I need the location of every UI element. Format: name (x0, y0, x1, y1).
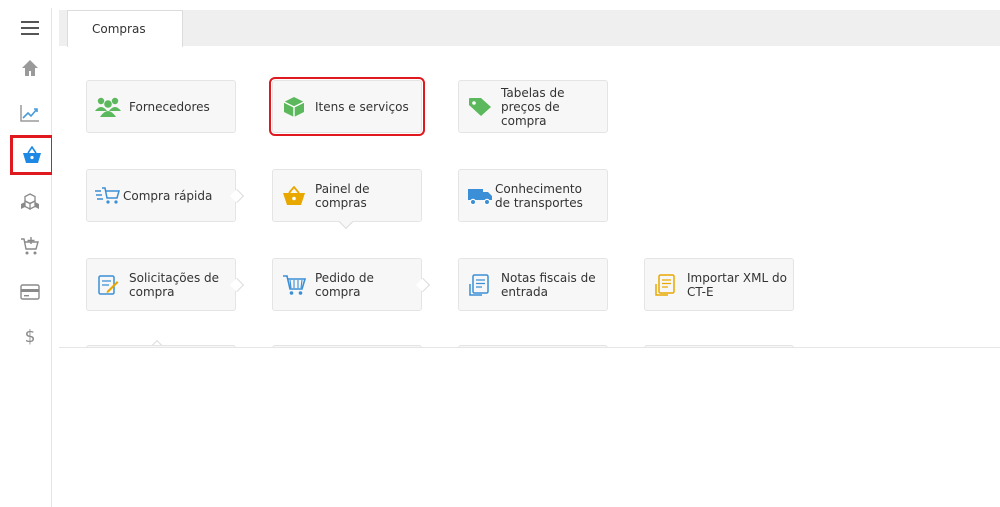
tab-label: Compras (92, 22, 146, 36)
tile-label: Fornecedores (129, 99, 210, 114)
invoice-icon (467, 272, 493, 298)
tile-label: Importar XML do CT-E (687, 270, 787, 299)
tab-bar: Compras (59, 10, 1000, 47)
rail-item-payments[interactable] (8, 274, 52, 310)
tile-label: Tabelas de preços de compra (501, 85, 565, 128)
tile-solicitacoes[interactable]: Solicitações de compra (86, 258, 236, 311)
rail-items: $ (8, 8, 52, 346)
tile-label: Compra rápida (123, 188, 213, 203)
tile-notas-fiscais[interactable]: Notas fiscais de entrada (458, 258, 608, 311)
svg-text:$: $ (25, 327, 36, 346)
chart-icon (20, 105, 39, 122)
rail-item-purchases[interactable] (10, 135, 52, 175)
order-cart-icon (281, 272, 307, 298)
home-icon (22, 60, 38, 76)
tile-conhecimento-transportes[interactable]: Conhecimento de transportes (458, 169, 608, 222)
boxes-icon (21, 193, 39, 211)
tile-tabelas-precos[interactable]: Tabelas de preços de compra (458, 80, 608, 133)
tile-painel-compras[interactable]: Painel de compras (272, 169, 422, 222)
rail-item-finance[interactable]: $ (8, 318, 52, 346)
purchases-workflow: Fornecedores Itens e serviços Tabelas de… (59, 46, 1000, 348)
menu-icon (21, 21, 39, 35)
purchases-app: $ Compras Fornecedores Itens e serviços … (0, 0, 1000, 507)
tile-pedido-compra[interactable]: Pedido de compra (272, 258, 422, 311)
tile-fornecedores[interactable]: Fornecedores (86, 80, 236, 133)
card-icon (20, 284, 40, 300)
tile-importar-xml[interactable]: Importar XML do CT-E (644, 258, 794, 311)
rail-item-chart[interactable] (8, 95, 52, 131)
import-xml-icon (653, 272, 679, 298)
content-divider (59, 347, 1000, 348)
rail-item-home[interactable] (8, 50, 52, 86)
basket-icon (23, 146, 41, 163)
left-rail: $ (8, 8, 52, 507)
rail-item-sales[interactable] (8, 228, 52, 264)
tab-compras[interactable]: Compras (67, 10, 183, 47)
truck-icon (467, 183, 493, 209)
dollar-icon: $ (25, 327, 36, 346)
fast-cart-icon (95, 183, 121, 209)
basket-yellow-icon (281, 183, 307, 209)
tile-label: Conhecimento de transportes (495, 181, 583, 210)
tile-itens-servicos[interactable]: Itens e serviços (269, 77, 425, 136)
box-icon (281, 94, 307, 120)
tile-compra-rapida[interactable]: Compra rápida (86, 169, 236, 222)
request-note-icon (95, 272, 121, 298)
cart-add-icon (21, 237, 39, 255)
menu-button[interactable] (8, 10, 52, 46)
tile-label: Painel de compras (315, 181, 370, 210)
tile-label: Solicitações de compra (129, 270, 220, 299)
people-icon (95, 94, 121, 120)
tile-label: Notas fiscais de entrada (501, 270, 596, 299)
tag-icon (467, 94, 493, 120)
tile-label: Pedido de compra (315, 270, 374, 299)
tile-label: Itens e serviços (315, 99, 409, 114)
rail-item-inventory[interactable] (8, 184, 52, 220)
